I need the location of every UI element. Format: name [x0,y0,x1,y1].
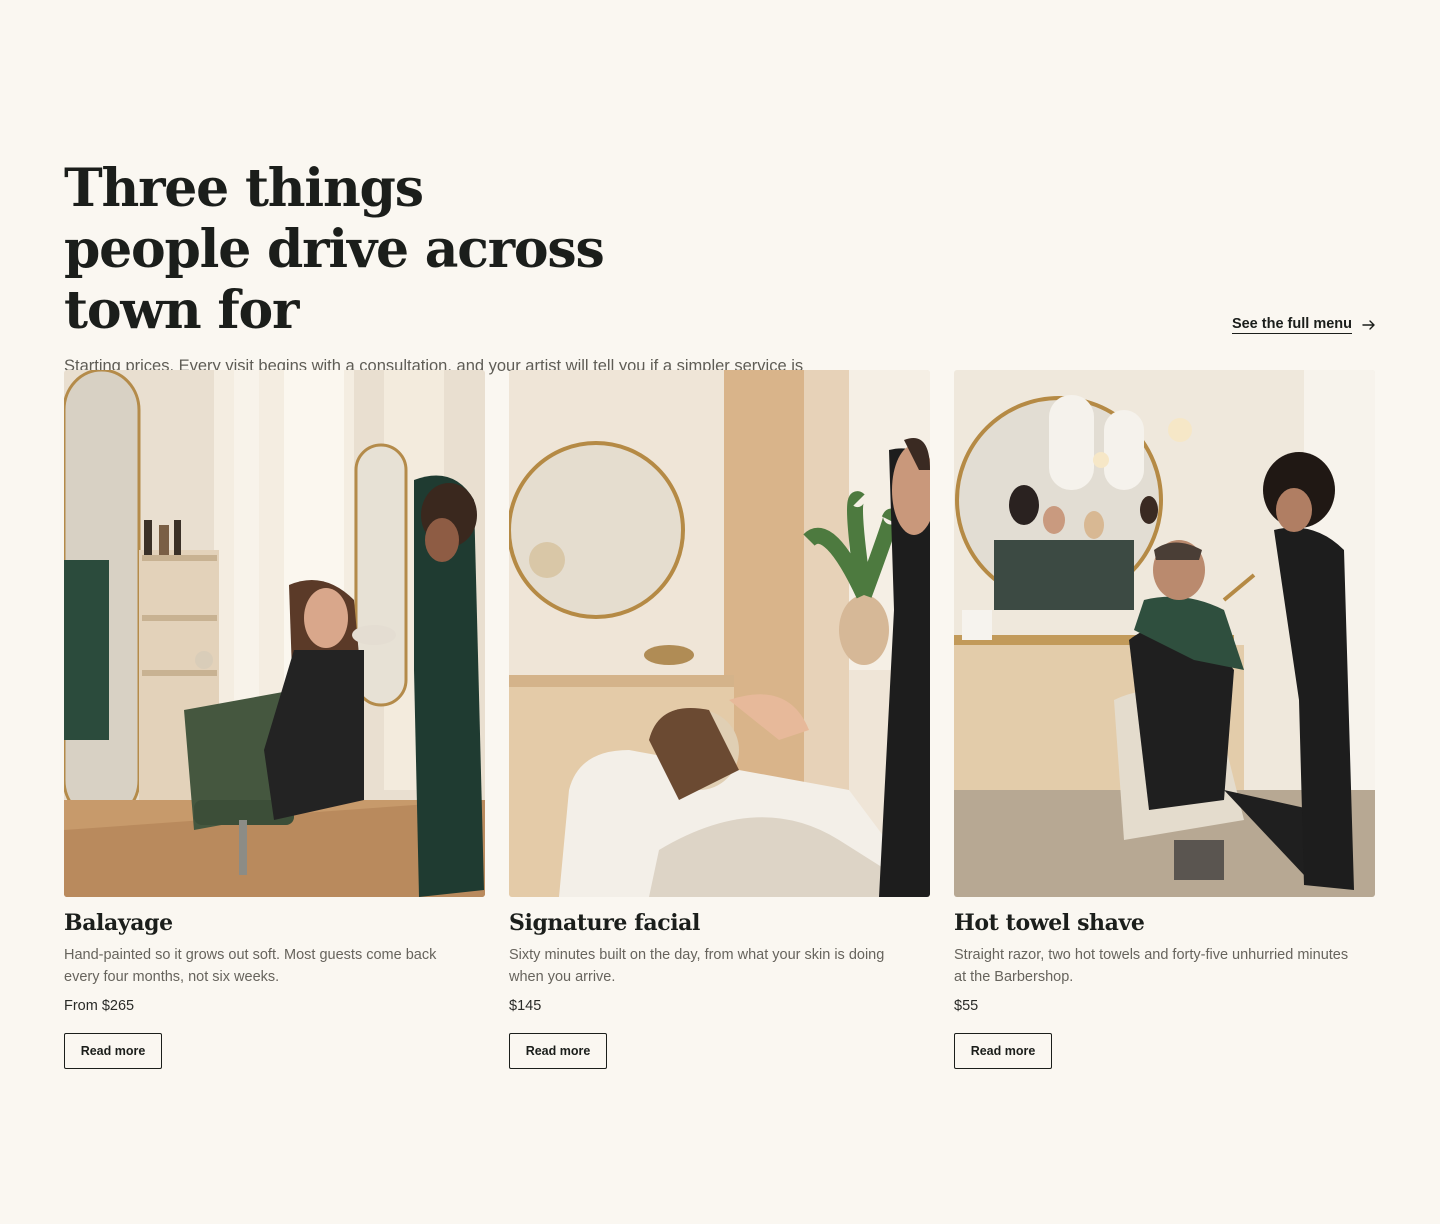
arrow-right-icon [1362,320,1375,330]
services-section: Three things people drive across town fo… [0,0,1440,1224]
card-title: Hot towel shave [954,910,1145,936]
see-full-menu-link[interactable]: See the full menu [1231,316,1376,334]
card-price: From $265 [64,998,135,1014]
section-headline: Three things people drive across town fo… [64,158,605,341]
hot-towel-shave-photo [954,370,1375,897]
service-card-signature-facial: Signature facial Sixty minutes built on … [509,370,930,1069]
service-cards: Balayage Hand-painted so it grows out so… [64,370,1376,1069]
read-more-button[interactable]: Read more [64,1033,162,1069]
read-more-button[interactable]: Read more [509,1033,607,1069]
section-header: Three things people drive across town fo… [64,158,824,404]
signature-facial-photo [509,370,930,897]
service-card-balayage: Balayage Hand-painted so it grows out so… [64,370,485,1069]
card-description: Hand-painted so it grows out soft. Most … [64,947,437,985]
service-card-hot-towel-shave: Hot towel shave Straight razor, two hot … [954,370,1375,1069]
card-title: Balayage [64,910,173,936]
card-description: Straight razor, two hot towels and forty… [954,947,1349,985]
card-price: $145 [509,998,542,1014]
card-description: Sixty minutes built on the day, from wha… [509,947,885,985]
card-title: Signature facial [509,910,700,936]
see-full-menu-label: See the full menu [1231,316,1352,334]
balayage-photo [64,370,485,897]
read-more-button[interactable]: Read more [954,1033,1052,1069]
card-price: $55 [954,998,979,1014]
